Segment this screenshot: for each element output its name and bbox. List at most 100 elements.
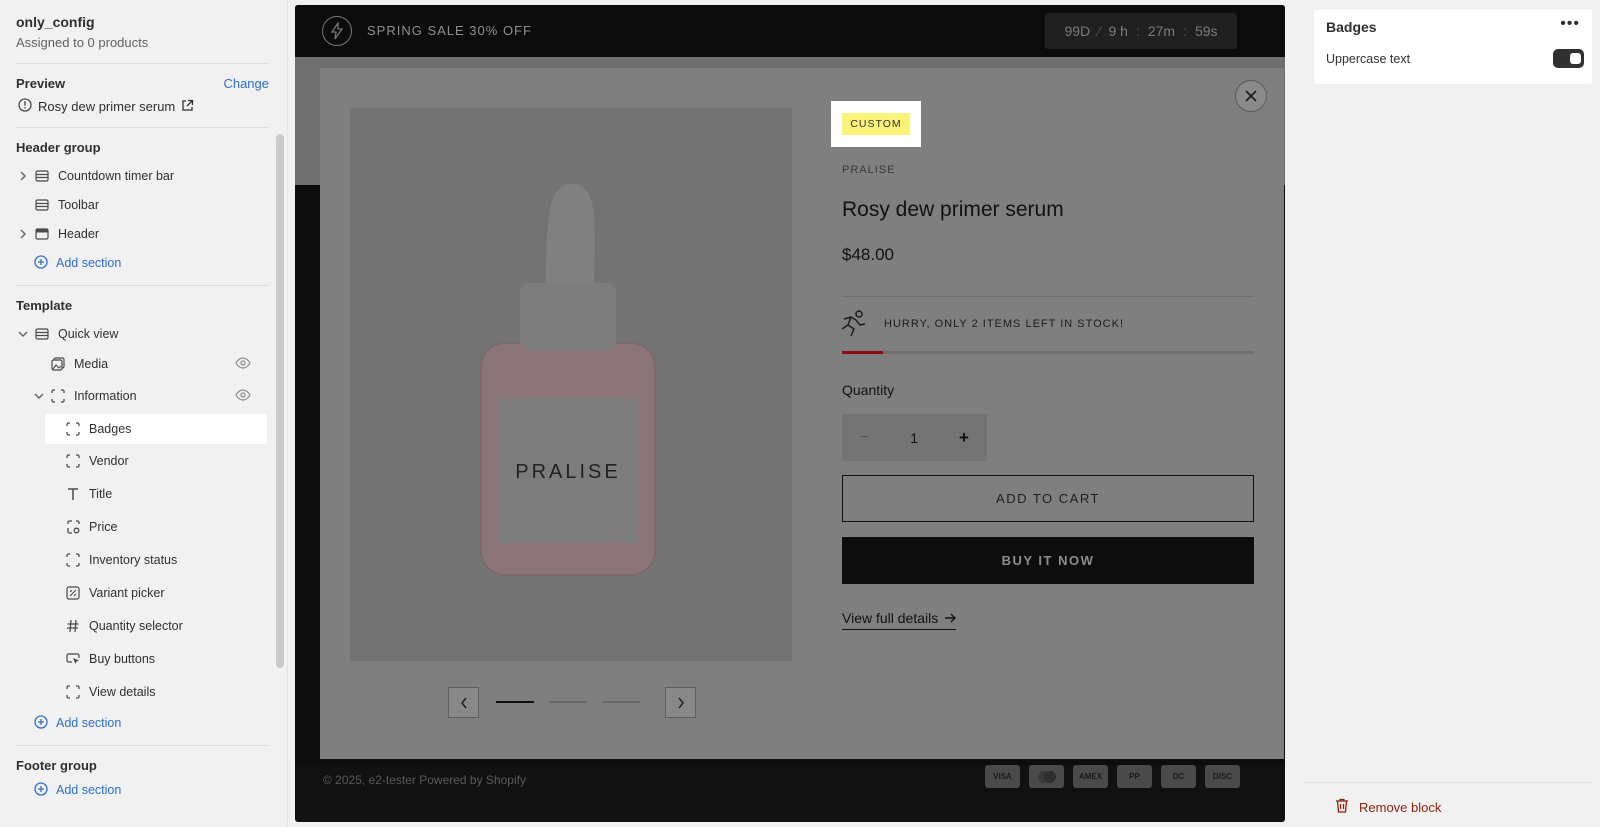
diners-icon: DC xyxy=(1161,765,1196,788)
quantity-value[interactable]: 1 xyxy=(910,430,918,446)
preview-product-name: Rosy dew primer serum xyxy=(38,99,176,114)
footer-group: Footer group Add section xyxy=(0,746,287,801)
tree-item-label: Vendor xyxy=(89,453,129,468)
tree-item-price[interactable]: Price xyxy=(16,510,271,543)
plus-circle-icon xyxy=(34,714,50,731)
quantity-increase-button[interactable]: + xyxy=(959,428,969,448)
tree-item-quick-view[interactable]: Quick view xyxy=(16,319,271,348)
product-media: PRALISE xyxy=(350,108,792,661)
tree-item-information[interactable]: Information xyxy=(16,380,271,412)
divider xyxy=(1302,782,1592,783)
tree-item-vendor[interactable]: Vendor xyxy=(16,444,271,477)
timer-days: 99D xyxy=(1064,23,1091,39)
product-title: Rosy dew primer serum xyxy=(842,198,1064,221)
inventory-status-text: HURRY, ONLY 2 ITEMS LEFT IN STOCK! xyxy=(884,318,1125,330)
config-name: only_config xyxy=(16,14,95,30)
slider-dot-1[interactable] xyxy=(496,701,534,703)
block-icon xyxy=(65,453,81,469)
lightning-icon xyxy=(322,16,352,46)
chevron-down-icon[interactable] xyxy=(16,327,30,341)
countdown-timer-bar: SPRING SALE 30% OFF 99D ⁄ 9 h : 27m : 59… xyxy=(295,5,1285,57)
inventory-progress-fill xyxy=(842,351,884,354)
tree-item-label: Media xyxy=(74,357,109,371)
uppercase-text-toggle[interactable] xyxy=(1553,49,1584,68)
tree-item-label: Countdown timer bar xyxy=(58,168,175,183)
quantity-decrease-button[interactable]: − xyxy=(860,429,869,447)
product-vendor: PRALISE xyxy=(842,164,896,176)
tree-item-view-details[interactable]: View details xyxy=(16,675,271,708)
tree-item-badges[interactable]: Badges xyxy=(45,414,267,444)
tree-item-media[interactable]: Media xyxy=(16,348,271,380)
footer-group-title: Footer group xyxy=(16,758,97,773)
header-section-icon xyxy=(34,226,50,242)
block-icon xyxy=(50,388,66,404)
mastercard-icon xyxy=(1029,765,1064,788)
more-options-icon[interactable]: ••• xyxy=(1560,15,1580,33)
block-settings-panel: Badges ••• Uppercase text Remove block xyxy=(1302,10,1592,827)
timer-minutes: 27m xyxy=(1147,23,1176,39)
chevron-right-icon[interactable] xyxy=(16,169,30,183)
close-modal-button[interactable] xyxy=(1235,80,1267,112)
tree-item-title[interactable]: Title xyxy=(16,477,271,510)
remove-block-button[interactable]: Remove block xyxy=(1335,798,1441,816)
price-tag-icon xyxy=(65,519,81,535)
timer-separator: ⁄ xyxy=(1098,23,1101,39)
editor-sidebar: only_config Assigned to 0 products Previ… xyxy=(0,0,288,827)
media-icon xyxy=(50,356,66,372)
slider-dot-3[interactable] xyxy=(602,701,640,703)
slider-dot-2[interactable] xyxy=(549,701,587,703)
tree-item-quantity-selector[interactable]: Quantity selector xyxy=(16,609,271,642)
tree-item-label: Header xyxy=(58,226,99,241)
plus-circle-icon xyxy=(34,254,50,271)
tree-item-buy-buttons[interactable]: Buy buttons xyxy=(16,642,271,675)
template-title: Template xyxy=(16,298,73,313)
toggle-knob xyxy=(1570,53,1581,64)
sidebar-scrollbar[interactable] xyxy=(276,134,284,668)
eye-icon[interactable] xyxy=(235,388,251,404)
add-section-header-button[interactable]: Add section xyxy=(16,248,271,277)
slider-next-button[interactable] xyxy=(665,687,696,718)
custom-badge: CUSTOM xyxy=(842,113,910,135)
tree-item-label: Quick view xyxy=(58,326,119,341)
add-section-footer-button[interactable]: Add section xyxy=(16,779,271,801)
tree-item-toolbar[interactable]: Toolbar xyxy=(16,190,271,219)
arrow-right-icon xyxy=(944,610,957,626)
quantity-label: Quantity xyxy=(842,382,895,398)
tree-item-countdown-timer-bar[interactable]: Countdown timer bar xyxy=(16,161,271,190)
chevron-right-icon[interactable] xyxy=(16,227,30,241)
slider-prev-button[interactable] xyxy=(448,687,479,718)
trash-icon xyxy=(1335,798,1349,816)
store-footer-copyright: © 2025, e2-tester Powered by Shopify xyxy=(323,773,526,787)
change-preview-button[interactable]: Change xyxy=(223,76,269,91)
block-icon xyxy=(65,421,81,437)
tree-item-inventory-status[interactable]: Inventory status xyxy=(16,543,271,576)
tree-item-header[interactable]: Header xyxy=(16,219,271,248)
button-cursor-icon xyxy=(65,651,81,667)
tree-item-label: Inventory status xyxy=(89,552,178,567)
tree-item-label: Information xyxy=(74,389,137,403)
chevron-down-icon[interactable] xyxy=(32,389,46,403)
amex-icon: AMEX xyxy=(1073,765,1108,788)
tree-item-label: Title xyxy=(89,486,113,501)
external-link-icon[interactable] xyxy=(181,99,194,115)
badges-block-highlight[interactable]: CUSTOM xyxy=(831,101,921,147)
add-section-template-button[interactable]: Add section xyxy=(16,708,271,737)
section-icon xyxy=(34,326,50,342)
preview-label: Preview xyxy=(16,76,66,91)
tree-item-label: Toolbar xyxy=(58,197,99,212)
tree-item-variant-picker[interactable]: Variant picker xyxy=(16,576,271,609)
view-full-details-link[interactable]: View full details xyxy=(842,610,957,630)
tree-item-label: Badges xyxy=(89,422,132,436)
timer-colon: : xyxy=(1135,23,1140,39)
add-to-cart-button[interactable]: ADD TO CART xyxy=(842,475,1254,522)
template-group: Template Quick view Media Information Ba… xyxy=(0,286,287,737)
block-icon xyxy=(65,684,81,700)
add-section-label: Add section xyxy=(56,255,122,270)
tree-item-label: View details xyxy=(89,684,156,699)
visa-icon: VISA xyxy=(985,765,1020,788)
variant-icon xyxy=(65,585,81,601)
eye-icon[interactable] xyxy=(235,356,251,372)
badges-settings-card: Badges ••• Uppercase text xyxy=(1314,10,1592,84)
quantity-stepper: − 1 + xyxy=(842,414,987,461)
buy-it-now-button[interactable]: BUY IT NOW xyxy=(842,537,1254,584)
